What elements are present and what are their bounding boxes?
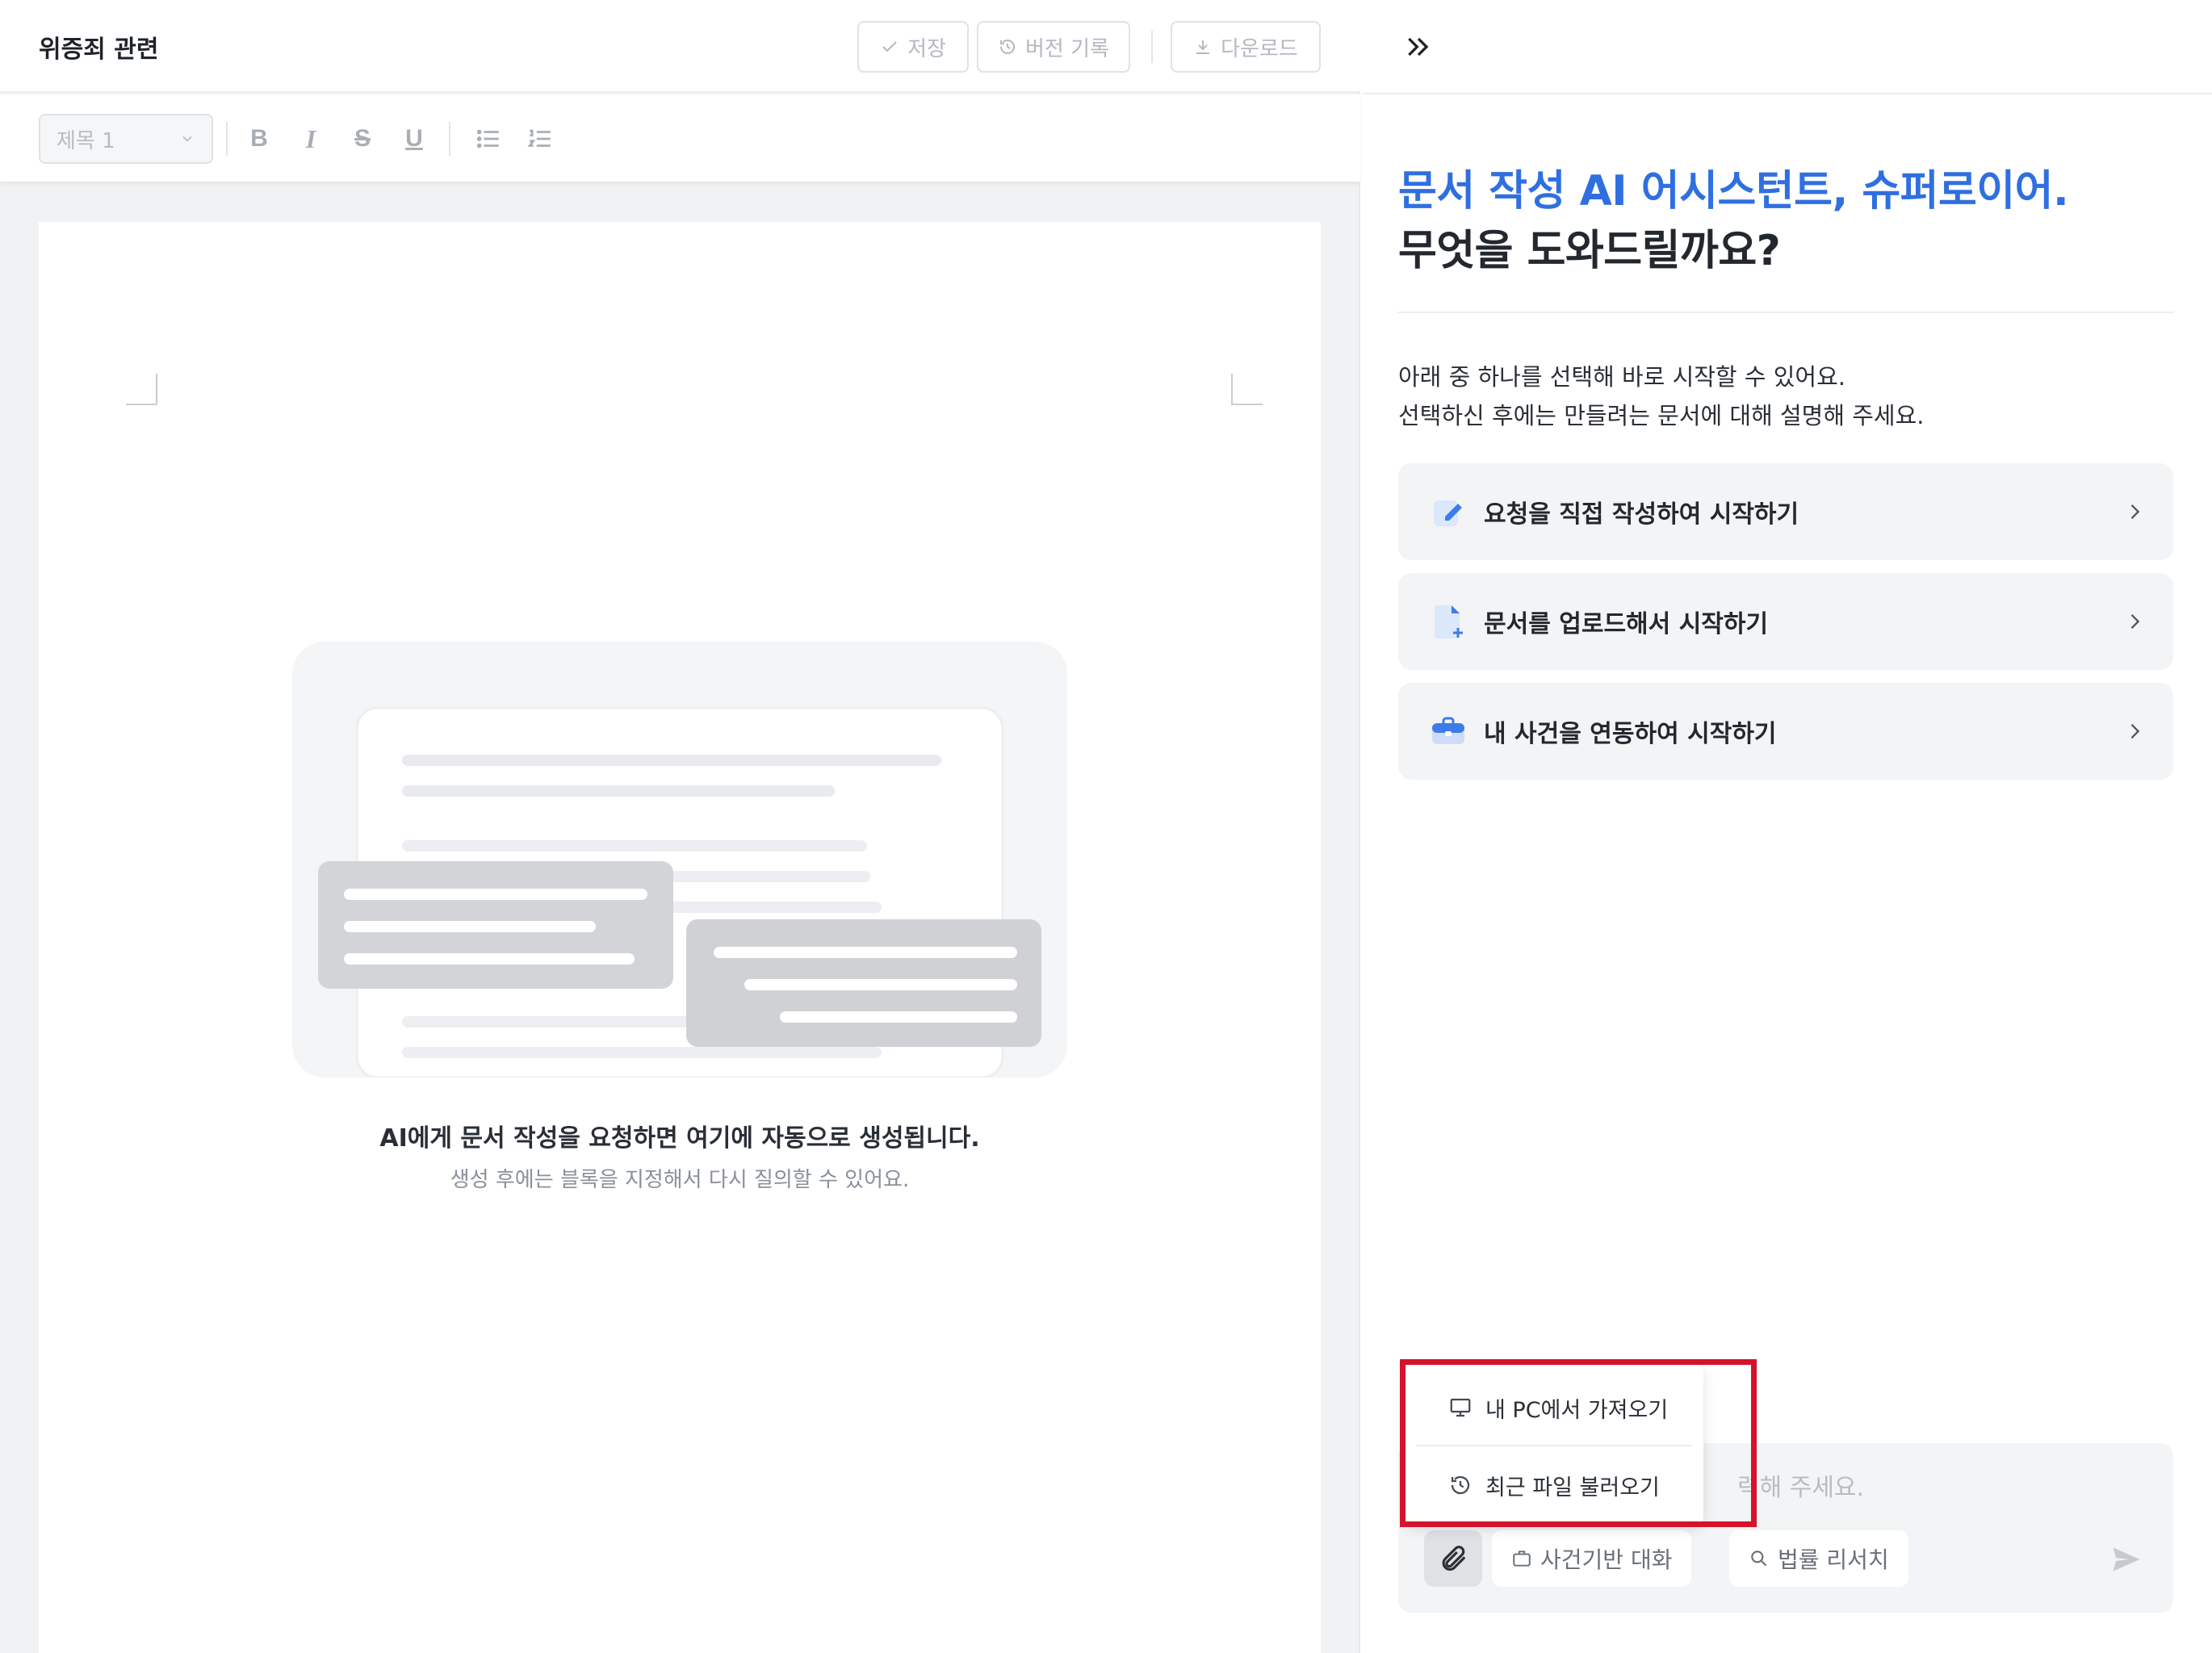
briefcase-icon (1432, 717, 1464, 744)
download-button[interactable]: 다운로드 (1171, 21, 1321, 73)
toolbar-divider (226, 122, 228, 156)
empty-state-subtitle: 생성 후에는 블록을 지정해서 다시 질의할 수 있어요. (450, 1168, 910, 1192)
bold-button[interactable]: B (242, 122, 276, 156)
version-history-button[interactable]: 버전 기록 (977, 21, 1130, 73)
case-chat-label: 사건기반 대화 (1540, 1546, 1673, 1573)
menu-divider (1416, 1445, 1692, 1446)
briefcase-icon (1513, 1550, 1531, 1567)
numbered-list-button[interactable] (523, 122, 557, 156)
menu-item-label: 내 PC에서 가져오기 (1485, 1397, 1669, 1423)
format-toolbar: 제목 1 B I S U (0, 94, 1360, 182)
history-icon (1451, 1475, 1470, 1495)
paperclip-icon (1442, 1546, 1466, 1571)
empty-state-title: AI에게 문서 작성을 요청하면 여기에 자동으로 생성됩니다. (379, 1124, 980, 1153)
underline-button[interactable]: U (397, 122, 431, 156)
legal-research-chip[interactable]: 법률 리서치 (1729, 1530, 1908, 1587)
option-label: 문서를 업로드해서 시작하기 (1484, 610, 1769, 638)
menu-item-recent-files[interactable]: 최근 파일 불러오기 (1405, 1448, 1703, 1522)
menu-item-from-pc[interactable]: 내 PC에서 가져오기 (1405, 1371, 1703, 1445)
option-label: 요청을 직접 작성하여 시작하기 (1484, 500, 1799, 529)
bullet-list-icon (476, 129, 499, 149)
strikethrough-button[interactable]: S (346, 122, 379, 156)
monitor-icon (1450, 1398, 1471, 1417)
attach-button[interactable] (1424, 1530, 1482, 1587)
chevron-right-icon (2130, 724, 2140, 739)
page-corner-mark (1231, 374, 1263, 405)
legal-research-label: 법률 리서치 (1778, 1546, 1889, 1573)
strikethrough-icon: S (354, 125, 371, 152)
pencil-note-icon (1434, 500, 1462, 526)
editor-header: 위증죄 관련 저장 버전 기록 다운로드 (0, 0, 1360, 93)
save-button-label: 저장 (907, 36, 946, 61)
download-icon (1196, 40, 1210, 54)
download-button-label: 다운로드 (1221, 36, 1298, 61)
save-button[interactable]: 저장 (857, 21, 969, 73)
chevron-right-icon (2130, 614, 2140, 629)
page-corner-mark (126, 374, 157, 405)
editor-pane: 위증죄 관련 저장 버전 기록 다운로드 제목 1 B I S U AI에게 문… (0, 0, 1360, 1653)
option-write-request[interactable]: 요청을 직접 작성하여 시작하기 (1398, 463, 2173, 560)
version-history-label: 버전 기록 (1025, 36, 1109, 61)
underline-icon: U (405, 125, 423, 152)
case-chat-chip[interactable]: 사건기반 대화 (1492, 1530, 1692, 1587)
italic-button[interactable]: I (294, 122, 328, 156)
hero-divider (1398, 312, 2173, 313)
chevron-down-icon (182, 136, 192, 142)
collapse-panel-icon[interactable] (1402, 31, 1435, 63)
empty-document-illustration (292, 642, 1067, 1078)
history-icon (1000, 40, 1016, 54)
option-label: 내 사건을 연동하여 시작하기 (1484, 720, 1777, 748)
file-add-icon (1435, 605, 1463, 638)
option-upload-document[interactable]: 문서를 업로드해서 시작하기 (1398, 573, 2173, 670)
menu-item-label: 최근 파일 불러오기 (1485, 1475, 1660, 1500)
bold-icon: B (250, 125, 268, 152)
attach-menu: 내 PC에서 가져오기 최근 파일 불러오기 (1405, 1364, 1703, 1525)
chevron-right-icon (2130, 504, 2140, 519)
intro-text-line1: 아래 중 하나를 선택해 바로 시작할 수 있어요. (1398, 363, 1845, 391)
intro-text-line2: 선택하신 후에는 만들려는 문서에 대해 설명해 주세요. (1398, 402, 1925, 429)
panel-header-divider (1362, 93, 2212, 94)
send-icon[interactable] (2109, 1542, 2144, 1577)
numbered-list-icon (527, 129, 551, 147)
document-title[interactable]: 위증죄 관련 (39, 29, 158, 65)
assistant-hero-title: 문서 작성 AI 어시스턴트, 슈퍼로이어. (1398, 167, 2069, 216)
check-icon (882, 41, 897, 52)
toolbar-divider (449, 122, 450, 156)
chat-input[interactable] (1737, 1467, 2157, 1508)
text-style-select[interactable]: 제목 1 (39, 114, 213, 164)
assistant-hero-question: 무엇을 도와드릴까요? (1398, 227, 1781, 275)
text-style-value: 제목 1 (57, 128, 115, 153)
search-icon (1751, 1550, 1767, 1567)
italic-icon: I (305, 123, 316, 153)
option-link-case[interactable]: 내 사건을 연동하여 시작하기 (1398, 683, 2173, 780)
bullet-list-button[interactable] (471, 122, 505, 156)
document-page[interactable]: AI에게 문서 작성을 요청하면 여기에 자동으로 생성됩니다. 생성 후에는 … (39, 222, 1321, 1653)
header-divider (1151, 31, 1153, 63)
